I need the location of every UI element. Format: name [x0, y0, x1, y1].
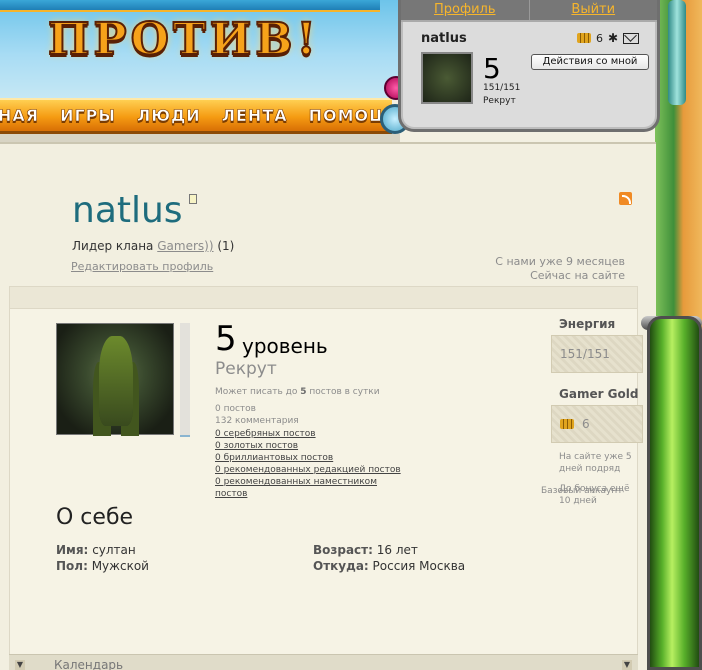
clan-link[interactable]: Gamers)): [157, 239, 213, 253]
nav-item-feed[interactable]: ЛЕНТА: [221, 106, 288, 126]
location-field: Откуда: Россия Москва: [313, 559, 465, 573]
gold-coin-icon: [560, 419, 574, 429]
level-label: уровень: [242, 334, 328, 358]
pipe-decoration: [668, 0, 686, 105]
site-logo[interactable]: ПРОТИВ!: [47, 13, 320, 66]
name-label: Имя:: [56, 543, 89, 557]
edit-profile-link[interactable]: Редактировать профиль: [71, 260, 213, 273]
user-panel-avatar[interactable]: [421, 52, 473, 104]
account-type: Базовый аккаунт: [541, 486, 623, 496]
posts-limit: Может писать до 5 постов в сутки: [215, 387, 380, 397]
profile-link[interactable]: Профиль: [401, 0, 529, 20]
streak-note: На сайте уже 5 дней подряд: [559, 452, 632, 474]
gold-count: 6: [596, 31, 603, 45]
nav-item-home[interactable]: НАЯ: [0, 106, 39, 126]
energy-title: Энергия: [559, 317, 616, 331]
energy-value: 151/151: [560, 347, 610, 361]
age-label: Возраст:: [313, 543, 373, 557]
gender-value: Мужской: [91, 559, 149, 573]
gold-coin-icon: [577, 33, 591, 43]
location-value: Россия Москва: [372, 559, 466, 573]
profile-avatar[interactable]: [56, 323, 174, 435]
user-panel-icons: 6 ✱: [577, 31, 640, 45]
user-panel-links: Профиль Выйти: [401, 0, 657, 22]
clan-role: Лидер клана: [72, 239, 154, 253]
posts-limit-post: постов в сутки: [309, 387, 380, 397]
clan-count: (1): [217, 239, 235, 253]
nav-item-people[interactable]: ЛЮДИ: [137, 106, 201, 126]
profile-title: natlus: [72, 190, 183, 231]
gender-label: Пол:: [56, 559, 88, 573]
posts-count: 0 постов: [215, 404, 256, 414]
main-nav: НАЯ ИГРЫ ЛЮДИ ЛЕНТА ПОМОЩЬ: [0, 98, 404, 134]
clan-line: Лидер клана Gamers)) (1): [72, 239, 234, 253]
about-title: О себе: [56, 505, 134, 530]
posts-limit-pre: Может писать до: [215, 387, 298, 397]
silver-posts-link[interactable]: 0 серебряных постов: [215, 428, 415, 440]
gold-posts-link[interactable]: 0 золотых постов: [215, 440, 415, 452]
logout-link[interactable]: Выйти: [528, 0, 658, 20]
logo-top-band: [0, 0, 380, 12]
membership-duration: С нами уже 9 месяцев: [495, 255, 625, 268]
location-label: Откуда:: [313, 559, 369, 573]
user-panel-energy: 151/151: [483, 83, 521, 93]
gold-value: 6: [582, 417, 590, 431]
comments-count: 132 комментария: [215, 416, 299, 426]
editor-picks-link[interactable]: 0 рекомендованных редакцией постов: [215, 464, 415, 476]
chevron-down-icon[interactable]: ▼: [622, 660, 632, 670]
gender-field: Пол: Мужской: [56, 559, 149, 573]
nav-underline: [0, 134, 400, 142]
energy-box: 151/151: [551, 335, 643, 373]
mail-icon[interactable]: [623, 32, 640, 44]
user-panel: Профиль Выйти natlus 6 ✱ 5 151/151 Рекру…: [398, 0, 660, 132]
membership-info: С нами уже 9 месяцев Сейчас на сайте: [495, 255, 625, 283]
user-panel-username[interactable]: natlus: [421, 31, 467, 46]
actions-with-me-button[interactable]: Действия со мной: [531, 54, 649, 70]
diamond-posts-link[interactable]: 0 бриллиантовых постов: [215, 452, 415, 464]
calendar-label[interactable]: Календарь: [54, 658, 123, 670]
note-icon[interactable]: [189, 194, 197, 204]
avatar-figure: [99, 336, 133, 426]
level-number: 5: [215, 319, 237, 359]
rss-icon[interactable]: [619, 192, 632, 205]
posts-limit-number: 5: [300, 387, 307, 397]
online-status: Сейчас на сайте: [530, 269, 625, 282]
name-value: султан: [92, 543, 136, 557]
governor-picks-link[interactable]: 0 рекомендованных наместником постов: [215, 476, 390, 500]
avatar-shadow: [180, 323, 190, 437]
user-panel-level: 5: [483, 52, 501, 85]
energy-tube: [647, 316, 702, 670]
profile-content: 5 уровень Рекрут Может писать до 5 посто…: [9, 286, 643, 670]
gold-title: Gamer Gold: [559, 387, 639, 401]
chevron-down-icon[interactable]: ▼: [15, 660, 25, 670]
gold-box: 6: [551, 405, 643, 443]
content-header-strip: [10, 287, 637, 309]
rank-label: Рекрут: [215, 359, 277, 379]
nav-item-games[interactable]: ИГРЫ: [60, 106, 116, 126]
age-field: Возраст: 16 лет: [313, 543, 418, 557]
bug-icon[interactable]: ✱: [608, 31, 618, 45]
stats-sidebar: Энергия 151/151 Gamer Gold 6 На сайте уж…: [551, 317, 643, 507]
name-field: Имя: султан: [56, 543, 136, 557]
user-panel-rank: Рекрут: [483, 96, 516, 106]
age-value: 16 лет: [376, 543, 418, 557]
profile-page: natlus Лидер клана Gamers)) (1) Редактир…: [0, 142, 656, 670]
